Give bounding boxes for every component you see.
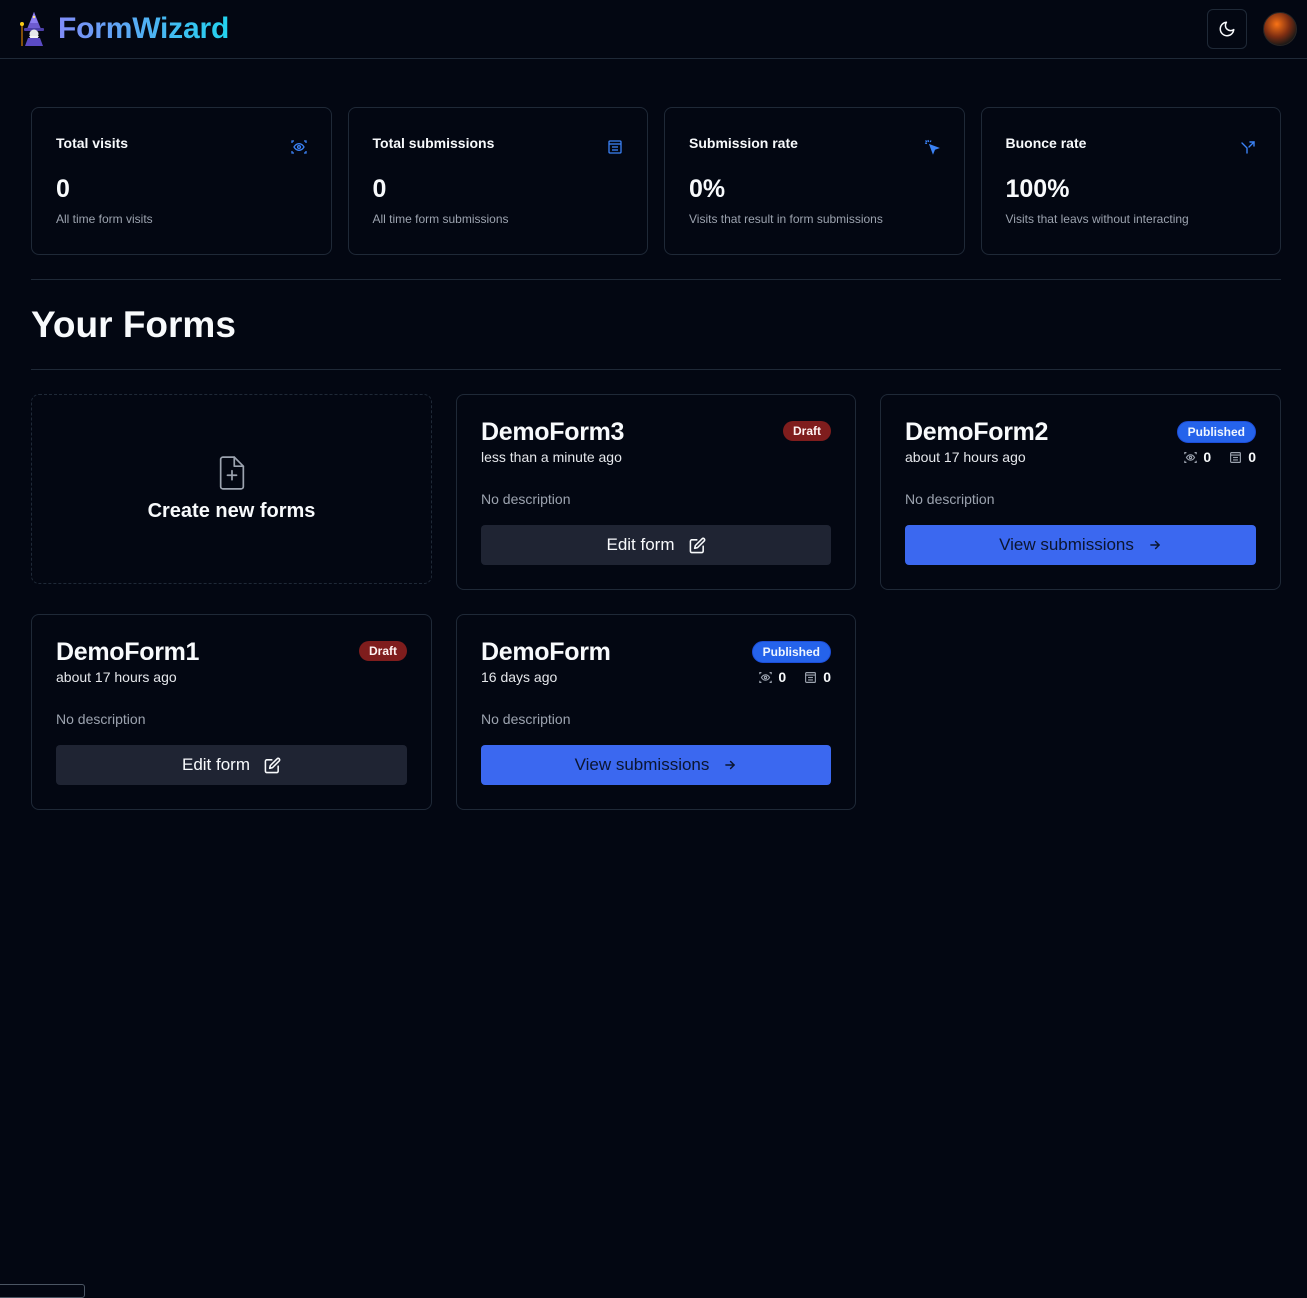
edit-icon <box>689 537 705 553</box>
form-card: DemoForm1 Draft about 17 hours ago No de… <box>31 614 432 810</box>
edit-form-label: Edit form <box>181 755 251 774</box>
form-card: DemoForm Published 16 days ago 0 0 No de… <box>456 614 856 810</box>
view-submissions-label: View submissions <box>574 755 710 774</box>
form-description: No description <box>905 491 995 507</box>
stat-card-bounce-rate: Buonce rate 100% Visits that leavs witho… <box>980 107 1281 255</box>
view-submissions-label: View submissions <box>999 535 1134 554</box>
arrow-right-icon <box>1150 540 1160 550</box>
stat-value: 0% <box>689 175 726 203</box>
status-badge: Published <box>751 641 831 663</box>
view-submissions-button[interactable]: View submissions <box>905 525 1256 565</box>
split-arrow-icon <box>1241 141 1255 154</box>
navbar: FormWizard <box>0 0 1307 59</box>
stat-help: Visits that result in form submissions <box>689 212 883 226</box>
brand-link[interactable]: FormWizard <box>18 11 229 47</box>
status-badge: Draft <box>782 421 831 441</box>
stat-value: 100% <box>1005 175 1070 203</box>
form-created-time: less than a minute ago <box>481 449 622 465</box>
form-created-time: about 17 hours ago <box>56 669 177 685</box>
stat-title: Total visits <box>56 135 129 151</box>
eye-scan-icon <box>1184 451 1198 463</box>
stat-value: 0 <box>56 175 70 203</box>
form-description: No description <box>481 491 571 507</box>
create-form-button[interactable]: Create new forms <box>31 394 432 584</box>
stat-card-submission-rate: Submission rate 0% Visits that result in… <box>664 107 965 255</box>
form-list-icon <box>805 671 817 683</box>
wizard-logo-icon <box>20 12 44 46</box>
divider <box>31 279 1281 280</box>
status-badge: Published <box>1176 421 1256 443</box>
visits-count: 0 <box>1203 449 1212 465</box>
edit-form-button[interactable]: Edit form <box>56 745 407 785</box>
form-description: No description <box>481 711 571 727</box>
form-stats: 0 0 <box>1184 449 1256 465</box>
view-submissions-button[interactable]: View submissions <box>481 745 831 785</box>
visits-count: 0 <box>778 669 787 685</box>
eye-scan-icon <box>290 140 307 154</box>
form-card: DemoForm3 Draft less than a minute ago N… <box>456 394 856 590</box>
form-created-time: 16 days ago <box>481 669 558 685</box>
form-description: No description <box>56 711 146 727</box>
file-plus-icon <box>219 455 244 490</box>
form-created-time: about 17 hours ago <box>905 449 1026 465</box>
form-list-icon <box>608 140 622 154</box>
stat-help: Visits that leavs without interacting <box>1005 212 1189 226</box>
brand-name: FormWizard <box>58 12 230 45</box>
edit-icon <box>264 757 281 773</box>
stat-card-total-visits: Total visits 0 All time form visits <box>31 107 332 255</box>
form-card: DemoForm2 Published about 17 hours ago 0 <box>880 394 1281 590</box>
form-name: DemoForm1 <box>56 638 200 666</box>
stat-title: Total submissions <box>372 135 495 151</box>
form-list-icon <box>1230 451 1242 463</box>
stat-title: Buonce rate <box>1005 135 1087 151</box>
form-name: DemoForm2 <box>905 418 1049 446</box>
moon-icon <box>1219 21 1235 37</box>
theme-toggle-button[interactable] <box>1207 9 1247 49</box>
create-form-label: Create new forms <box>147 499 316 522</box>
divider <box>31 369 1281 370</box>
stat-help: All time form submissions <box>372 212 509 226</box>
eye-scan-icon <box>759 671 773 683</box>
page-title: Your Forms <box>31 304 236 345</box>
submissions-count: 0 <box>823 669 831 685</box>
corner-tag <box>0 1284 85 1298</box>
form-stats: 0 0 <box>759 669 831 685</box>
stats-row: Total visits 0 All time form visits Tota… <box>31 107 1281 255</box>
form-name: DemoForm <box>481 638 611 666</box>
cursor-click-icon <box>924 139 940 155</box>
stat-value: 0 <box>372 175 387 203</box>
stat-card-total-submissions: Total submissions 0 All time form submis… <box>347 107 648 255</box>
main-content: Total visits 0 All time form visits Tota… <box>0 59 1307 810</box>
status-badge: Draft <box>358 641 407 661</box>
stat-help: All time form visits <box>56 212 153 226</box>
submissions-count: 0 <box>1248 449 1256 465</box>
arrow-right-icon <box>725 760 736 770</box>
edit-form-button[interactable]: Edit form <box>481 525 831 565</box>
stat-title: Submission rate <box>689 135 798 151</box>
form-name: DemoForm3 <box>481 418 625 446</box>
edit-form-label: Edit form <box>606 535 675 554</box>
user-avatar[interactable] <box>1263 12 1297 46</box>
forms-grid: Create new forms DemoForm3 Draft less th… <box>31 394 1281 810</box>
